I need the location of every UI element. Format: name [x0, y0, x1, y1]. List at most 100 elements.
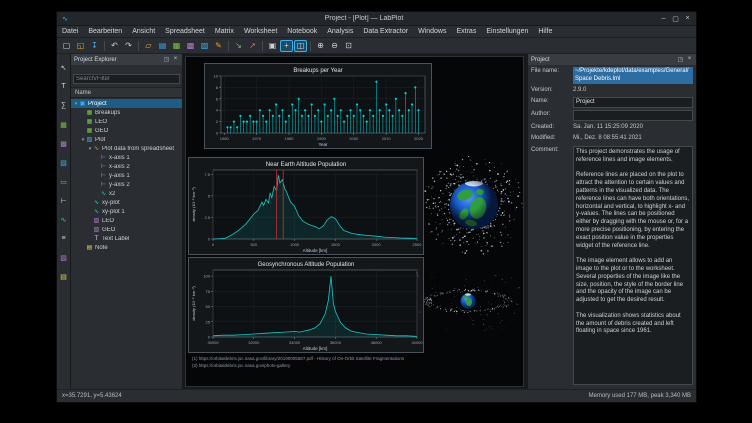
curve-add-icon[interactable]: ∿ — [58, 214, 69, 225]
leo-debris-image[interactable] — [424, 155, 524, 255]
tree-item-y-axis-1[interactable]: ⊢y-axis 1 — [71, 171, 182, 180]
menu-item-analysis[interactable]: Analysis — [322, 26, 358, 37]
new-spreadsheet-icon[interactable]: ▦ — [170, 40, 183, 52]
tree-item-x2[interactable]: ∿x2 — [71, 189, 182, 198]
tree-item-project[interactable]: ▾▣Project — [71, 99, 182, 108]
tree-column-header[interactable]: Name — [71, 88, 182, 98]
dock-close-button[interactable]: × — [686, 56, 693, 63]
menu-item-datei[interactable]: Datei — [57, 26, 83, 37]
note-add-icon[interactable]: ▤ — [58, 271, 69, 282]
menu-item-spreadsheet[interactable]: Spreadsheet — [160, 26, 210, 37]
property-value-name[interactable]: Project — [573, 97, 693, 109]
minimize-button[interactable]: – — [658, 15, 669, 23]
undo-icon[interactable]: ↶ — [108, 40, 121, 52]
menu-item-hilfe[interactable]: Hilfe — [533, 26, 557, 37]
zoom-fit-icon[interactable]: ⊡ — [342, 40, 355, 52]
export-icon[interactable]: ↗ — [246, 40, 259, 52]
property-value-version: 2.9.0 — [573, 86, 586, 95]
zoom-in-icon[interactable]: ⊕ — [314, 40, 327, 52]
properties-title: Project — [531, 57, 550, 63]
spreadsheet-icon: ▦ — [86, 110, 93, 116]
cursor-icon[interactable]: ↖ — [58, 62, 69, 73]
menu-item-windows[interactable]: Windows — [413, 26, 451, 37]
plot-area-icon[interactable]: ▭ — [58, 176, 69, 187]
tree-item-breakups[interactable]: ▦Breakups — [71, 108, 182, 117]
maximize-button[interactable]: ▢ — [670, 15, 681, 23]
geo-debris-image[interactable] — [416, 271, 520, 331]
text-insert-icon[interactable]: T — [58, 81, 69, 92]
dock-float-button[interactable]: ◳ — [677, 56, 684, 63]
spreadsheet-icon[interactable]: ▦ — [58, 119, 69, 130]
tree-item-plot[interactable]: ▾▧Plot — [71, 135, 182, 144]
close-button[interactable]: × — [682, 15, 693, 23]
worksheet-page[interactable]: Breakups per Year02468101960197019801990… — [185, 56, 524, 387]
crosshair-mode-icon[interactable]: + — [280, 40, 293, 52]
tree-item-xy-plot[interactable]: ∿xy-plot — [71, 198, 182, 207]
tree-item-label: Breakups — [95, 110, 120, 116]
legend-icon[interactable]: ≡ — [58, 233, 69, 244]
dock-float-button[interactable]: ◳ — [163, 56, 170, 63]
comment-label: Comment: — [531, 146, 573, 155]
redo-icon[interactable]: ↷ — [122, 40, 135, 52]
tree-item-label: y-axis 1 — [109, 173, 130, 179]
search-filter-input[interactable] — [73, 74, 180, 84]
tree-item-xy-plot-1[interactable]: ∿xy-plot 1 — [71, 207, 182, 216]
menu-item-ansicht[interactable]: Ansicht — [127, 26, 160, 37]
spreadsheet-icon: ▦ — [86, 128, 93, 134]
menu-item-einstellungen[interactable]: Einstellungen — [481, 26, 533, 37]
menu-item-matrix[interactable]: Matrix — [210, 26, 239, 37]
import-icon[interactable]: ↘ — [232, 40, 245, 52]
menu-item-bearbeiten[interactable]: Bearbeiten — [83, 26, 127, 37]
chart-1[interactable]: Breakups per Year02468101960197019801990… — [204, 63, 432, 149]
new-worksheet-icon[interactable]: ▧ — [198, 40, 211, 52]
dock-close-button[interactable]: × — [172, 56, 179, 63]
menu-item-data-extractor[interactable]: Data Extractor — [358, 26, 413, 37]
tree-item-label: GEO — [95, 128, 108, 134]
math-icon[interactable]: ∑ — [58, 100, 69, 111]
axis-add-icon[interactable]: ⊢ — [58, 195, 69, 206]
menu-item-extras[interactable]: Extras — [451, 26, 481, 37]
new-project-icon[interactable]: ▢ — [60, 40, 73, 52]
new-notebook-icon[interactable]: ✎ — [212, 40, 225, 52]
tree-item-leo[interactable]: ▨LEO — [71, 216, 182, 225]
zoom-out-icon[interactable]: ⊖ — [328, 40, 341, 52]
open-project-icon[interactable]: ◱ — [74, 40, 87, 52]
property-value-author[interactable] — [573, 110, 693, 121]
menu-item-notebook[interactable]: Notebook — [282, 26, 322, 37]
chart-2[interactable]: Near Earth Altitude Population02.557.505… — [188, 157, 424, 255]
new-matrix-icon[interactable]: ▩ — [184, 40, 197, 52]
tree-item-x-axis-1[interactable]: ⊢x-axis 1 — [71, 153, 182, 162]
tree-item-note[interactable]: ▤Note — [71, 243, 182, 252]
new-folder-icon[interactable]: ▱ — [142, 40, 155, 52]
tree-item-label: y-axis 2 — [109, 182, 130, 188]
svg-text:1500: 1500 — [331, 242, 341, 247]
app-icon: ∿ — [60, 15, 70, 23]
image-add-icon[interactable]: ▨ — [58, 252, 69, 263]
menu-item-worksheet[interactable]: Worksheet — [239, 26, 282, 37]
worksheet-view[interactable]: Breakups per Year02468101960197019801990… — [183, 54, 527, 389]
spreadsheet-icon: ▦ — [86, 119, 93, 125]
tree-item-x-axis-2[interactable]: ⊢x-axis 2 — [71, 162, 182, 171]
tree-item-geo[interactable]: ▦GEO — [71, 126, 182, 135]
title-bar[interactable]: ∿ Project - [Plot] — LabPlot – ▢ × — [57, 12, 696, 26]
svg-text:75: 75 — [206, 289, 211, 294]
save-icon[interactable]: ↧ — [88, 40, 101, 52]
matrix-icon[interactable]: ▩ — [58, 138, 69, 149]
select-mode-icon[interactable]: ▣ — [266, 40, 279, 52]
chart-3[interactable]: Geosynchronous Altitude Population025507… — [188, 257, 424, 353]
worksheet-icon[interactable]: ▧ — [58, 157, 69, 168]
tree-item-plot-data-from-spreadsheet[interactable]: ▾∿Plot data from spreadsheet — [71, 144, 182, 153]
tree-item-leo[interactable]: ▦LEO — [71, 117, 182, 126]
comment-box[interactable]: This project demonstrates the usage of r… — [573, 146, 693, 385]
tree-item-geo[interactable]: ▨GEO — [71, 225, 182, 234]
tree-item-text-label[interactable]: TText Label — [71, 234, 182, 243]
svg-text:1000: 1000 — [290, 242, 300, 247]
property-label: Created: — [531, 123, 573, 132]
axis-icon: ⊢ — [100, 182, 107, 188]
new-workbook-icon[interactable]: ▤ — [156, 40, 169, 52]
zoom-select-icon[interactable]: ◫ — [294, 40, 307, 52]
property-label: Author: — [531, 110, 573, 119]
tree-item-label: Plot data from spreadsheet — [102, 146, 174, 152]
desktop-background: ∿ Project - [Plot] — LabPlot – ▢ × Datei… — [0, 0, 752, 423]
tree-item-y-axis-2[interactable]: ⊢y-axis 2 — [71, 180, 182, 189]
